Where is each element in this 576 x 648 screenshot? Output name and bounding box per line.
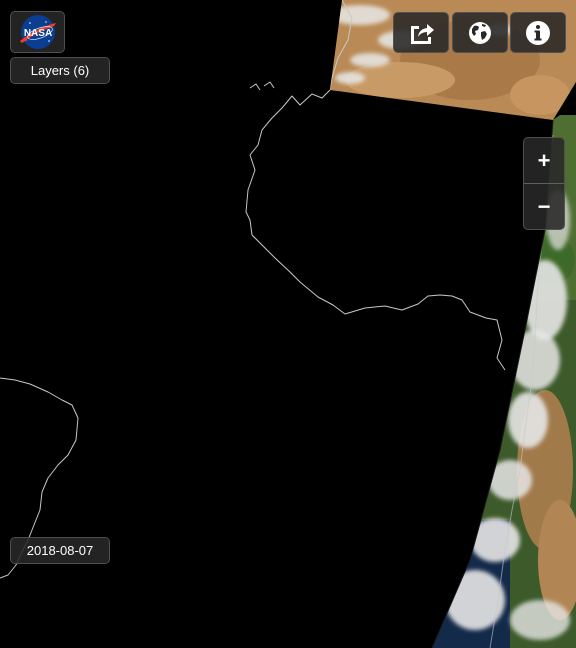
svg-text:NASA: NASA [23,28,51,39]
layers-button[interactable]: Layers (6) [10,57,110,84]
zoom-control: + − [523,137,565,230]
nasa-logo-button[interactable]: NASA [10,11,65,53]
info-button[interactable] [510,12,566,53]
globe-icon [469,21,491,44]
date-label: 2018-08-07 [26,543,94,558]
zoom-in-button[interactable]: + [524,138,564,183]
date-selector-button[interactable]: 2018-08-07 [10,537,110,564]
nasa-logo-icon: NASA [19,15,56,49]
share-icon [411,23,434,44]
share-button[interactable] [393,12,449,53]
projection-button[interactable] [452,12,508,53]
info-icon [526,20,550,45]
layers-label: Layers (6) [30,63,90,78]
zoom-out-button[interactable]: − [524,184,564,229]
